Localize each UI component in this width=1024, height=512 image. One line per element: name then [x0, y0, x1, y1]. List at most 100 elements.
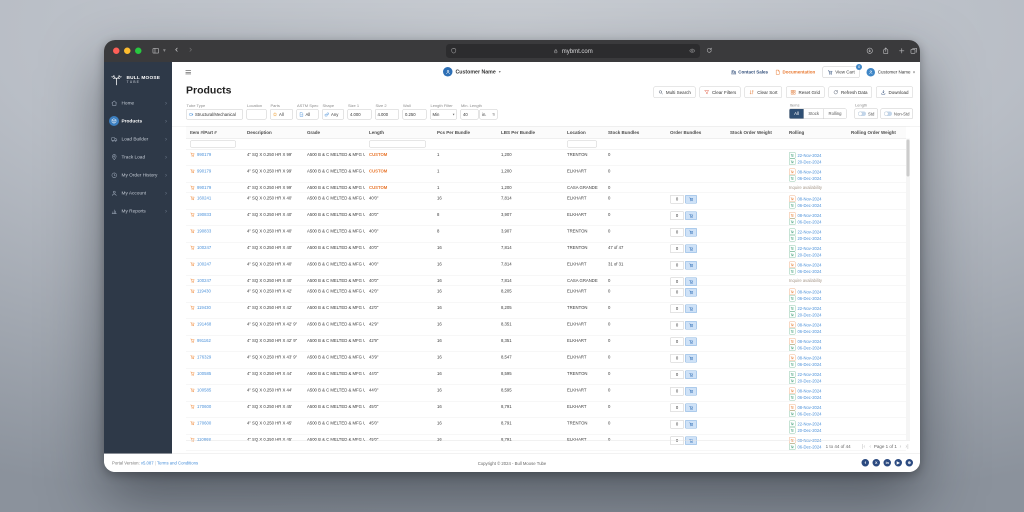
- prev-page-button[interactable]: ‹: [869, 444, 871, 450]
- rolling-cart-button[interactable]: [789, 295, 796, 302]
- length-toggle-non-std[interactable]: Non-Std: [880, 109, 913, 120]
- order-qty-input[interactable]: 0: [670, 245, 684, 254]
- rolling-date-link[interactable]: 22-Nov-2024: [798, 421, 822, 426]
- item-number-link[interactable]: 100247: [197, 262, 211, 267]
- item-number-link[interactable]: 100247: [197, 245, 211, 250]
- rolling-date-link[interactable]: 20-Dec-2024: [798, 236, 822, 241]
- order-qty-input[interactable]: 0: [670, 228, 684, 237]
- rolling-date-link[interactable]: 22-Nov-2024: [798, 246, 822, 251]
- rolling-cart-button[interactable]: [789, 219, 796, 226]
- filter-input-wall[interactable]: 0.250: [403, 109, 427, 120]
- filter-input-astm-spec[interactable]: All: [297, 109, 319, 120]
- column-header-9[interactable]: Stock Order Weight: [726, 130, 785, 135]
- items-option-all[interactable]: All: [790, 109, 804, 119]
- item-number-link[interactable]: 100585: [197, 371, 211, 376]
- add-to-cart-button[interactable]: [685, 321, 697, 330]
- toggle-switch[interactable]: [884, 112, 892, 117]
- first-page-button[interactable]: |‹: [862, 444, 865, 450]
- rolling-date-link[interactable]: 06-Dec-2024: [798, 345, 822, 350]
- documentation-link[interactable]: Documentation: [775, 69, 815, 75]
- sidebar-item-my-reports[interactable]: My Reports›: [104, 202, 172, 220]
- browser-tabs-icon[interactable]: [910, 47, 918, 55]
- order-qty-input[interactable]: 0: [670, 354, 684, 363]
- linkedin-icon[interactable]: in: [884, 459, 892, 467]
- column-header-11[interactable]: Rolling Order Weight: [847, 130, 906, 135]
- add-to-cart-button[interactable]: [685, 354, 697, 363]
- column-header-10[interactable]: Rolling: [785, 130, 847, 135]
- order-qty-input[interactable]: 0: [670, 321, 684, 330]
- order-qty-input[interactable]: 0: [670, 212, 684, 221]
- privacy-report-icon[interactable]: [689, 48, 696, 55]
- forward-button[interactable]: ›: [189, 44, 192, 55]
- globe-icon[interactable]: ⊕: [906, 459, 914, 467]
- rolling-cart-button[interactable]: [789, 202, 796, 209]
- browser-share-icon[interactable]: [882, 47, 890, 55]
- order-qty-input[interactable]: 0: [670, 371, 684, 380]
- rolling-date-link[interactable]: 22-Nov-2024: [798, 153, 822, 158]
- item-number-link[interactable]: 100247: [197, 278, 211, 283]
- add-to-cart-button[interactable]: [685, 245, 697, 254]
- browser-newtab-icon[interactable]: [898, 47, 906, 55]
- rolling-date-link[interactable]: 08-Nov-2024: [798, 355, 822, 360]
- column-header-0[interactable]: Item #/Part #: [186, 130, 243, 135]
- rolling-date-link[interactable]: 08-Nov-2024: [798, 213, 822, 218]
- add-to-cart-button[interactable]: [685, 288, 697, 297]
- facebook-icon[interactable]: f: [862, 459, 870, 467]
- add-to-cart-button[interactable]: [685, 404, 697, 413]
- column-header-5[interactable]: LBS Per Bundle: [497, 130, 563, 135]
- item-number-link[interactable]: 191468: [197, 322, 211, 327]
- column-header-6[interactable]: Location: [563, 130, 604, 135]
- item-number-link[interactable]: 990179: [197, 169, 211, 174]
- rolling-cart-button[interactable]: [789, 268, 796, 275]
- filter-input-size-1[interactable]: 4.000: [348, 109, 372, 120]
- order-qty-input[interactable]: 0: [670, 305, 684, 314]
- rolling-cart-button[interactable]: [789, 394, 796, 401]
- rolling-date-link[interactable]: 06-Dec-2024: [798, 203, 822, 208]
- item-number-link[interactable]: 100585: [197, 388, 211, 393]
- youtube-icon[interactable]: ▶: [895, 459, 903, 467]
- add-to-cart-button[interactable]: [685, 261, 697, 270]
- add-to-cart-button[interactable]: [685, 420, 697, 429]
- reload-icon[interactable]: [706, 47, 713, 54]
- column-header-8[interactable]: Order Bundles: [666, 130, 726, 135]
- rolling-cart-button[interactable]: [789, 328, 796, 335]
- rolling-date-link[interactable]: 08-Nov-2024: [798, 405, 822, 410]
- next-page-button[interactable]: ›: [900, 444, 902, 450]
- add-to-cart-button[interactable]: [685, 195, 697, 204]
- rolling-date-link[interactable]: 20-Dec-2024: [798, 378, 822, 383]
- filter-input-tube-type[interactable]: Structural/Mechanical: [186, 109, 243, 120]
- address-bar[interactable]: mybmt.com: [446, 44, 700, 58]
- rolling-cart-button[interactable]: [789, 235, 796, 242]
- item-number-link[interactable]: 991162: [197, 338, 211, 343]
- rolling-cart-button[interactable]: [789, 312, 796, 319]
- sidebar-item-track-load[interactable]: Track Load›: [104, 148, 172, 166]
- reset-grid-button[interactable]: Reset Grid: [786, 87, 825, 99]
- sidebar-item-products[interactable]: Products›: [104, 112, 172, 130]
- customer-selector[interactable]: Customer Name ▾: [443, 67, 501, 77]
- scrollbar-thumb[interactable]: [907, 140, 910, 177]
- filter-input-size-2[interactable]: 4.000: [375, 109, 399, 120]
- order-qty-input[interactable]: 0: [670, 338, 684, 347]
- sidebar-item-load-builder[interactable]: Load Builder›: [104, 130, 172, 148]
- column-header-3[interactable]: Length: [365, 130, 433, 135]
- column-header-2[interactable]: Grade: [303, 130, 365, 135]
- rolling-date-link[interactable]: 06-Dec-2024: [798, 411, 822, 416]
- rolling-cart-button[interactable]: [789, 361, 796, 368]
- sidebar-item-my-account[interactable]: My Account›: [104, 184, 172, 202]
- hamburger-menu-icon[interactable]: [185, 69, 193, 77]
- rolling-cart-button[interactable]: [789, 159, 796, 166]
- refresh-data-button[interactable]: Refresh Data: [828, 87, 872, 99]
- rolling-date-link[interactable]: 06-Dec-2024: [798, 176, 822, 181]
- add-to-cart-button[interactable]: [685, 371, 697, 380]
- item-number-link[interactable]: 119430: [197, 305, 211, 310]
- order-qty-input[interactable]: 0: [670, 288, 684, 297]
- rolling-cart-button[interactable]: [789, 345, 796, 352]
- filter-input-location[interactable]: [247, 109, 267, 120]
- account-menu[interactable]: Customer Name ▾: [867, 68, 915, 77]
- rolling-cart-button[interactable]: [789, 411, 796, 418]
- sidebar-item-home[interactable]: Home›: [104, 94, 172, 112]
- item-number-link[interactable]: 190833: [197, 229, 211, 234]
- clear-filters-button[interactable]: Clear Filters: [699, 87, 740, 99]
- item-number-link[interactable]: 170600: [197, 421, 211, 426]
- rolling-date-link[interactable]: 06-Dec-2024: [798, 296, 822, 301]
